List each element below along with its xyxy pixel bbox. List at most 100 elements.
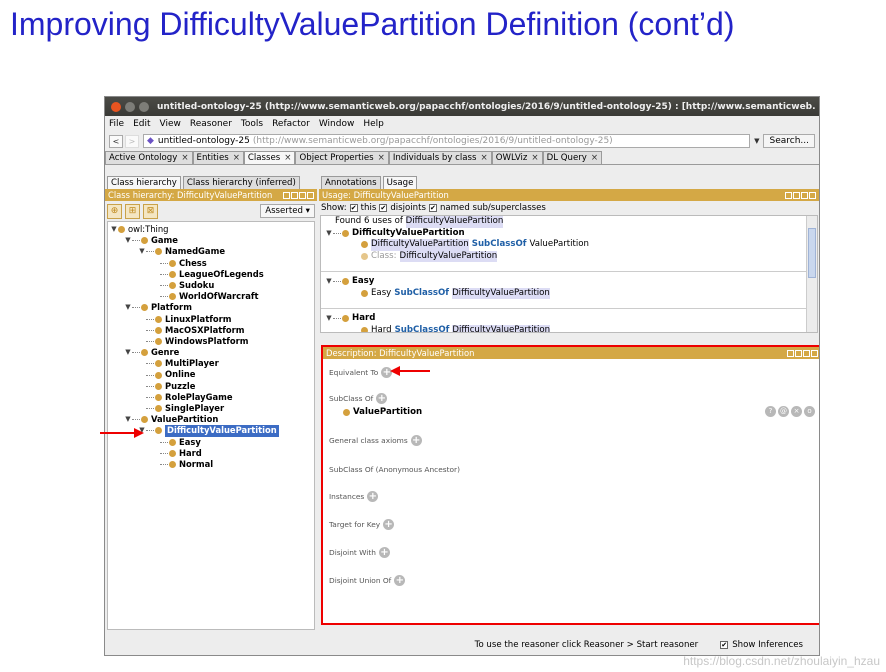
collapse-icon[interactable]: ▼ <box>124 302 132 313</box>
ontology-iri: (http://www.semanticweb.org/papacchf/ont… <box>252 136 613 146</box>
tree-node[interactable]: LinuxPlatform <box>108 314 314 325</box>
menu-window[interactable]: Window <box>319 119 355 129</box>
add-instance-button[interactable]: + <box>367 491 379 502</box>
edit-icon[interactable]: o <box>804 406 815 417</box>
menu-reasoner[interactable]: Reasoner <box>190 119 232 129</box>
search-button[interactable]: Search... <box>763 134 815 148</box>
usage-group[interactable]: ▼ Easy <box>321 276 817 288</box>
this-checkbox[interactable]: ✔ <box>349 204 358 212</box>
minimize-window-button[interactable] <box>125 101 135 112</box>
tree-node[interactable]: RolePlayGame <box>108 392 314 403</box>
tab-entities[interactable]: Entities × <box>192 151 244 164</box>
tree-node[interactable]: ▼ ValuePartition <box>108 414 314 425</box>
maximize-window-button[interactable] <box>139 101 149 112</box>
menu-file[interactable]: File <box>109 119 124 129</box>
tree-node[interactable]: Sudoku <box>108 280 314 291</box>
add-disjoint-button[interactable]: + <box>378 547 390 558</box>
add-key-button[interactable]: + <box>383 519 395 530</box>
tree-node[interactable]: MultiPlayer <box>108 358 314 369</box>
show-inferences-checkbox[interactable]: ✔ <box>720 641 729 649</box>
usage-axiom[interactable]: Easy SubClassOf DifficultyValuePartition <box>321 287 817 299</box>
add-subclass-icon[interactable]: ⊕ <box>107 203 122 219</box>
close-tab-icon[interactable]: × <box>233 153 240 163</box>
explain-icon[interactable]: ? <box>765 406 776 417</box>
tree-node[interactable]: LeagueOfLegends <box>108 269 314 280</box>
usage-axiom[interactable]: Class: DifficultyValuePartition <box>321 250 817 262</box>
tab-usage[interactable]: Usage <box>382 176 418 189</box>
tab-object-properties[interactable]: Object Properties × <box>295 151 389 164</box>
tree-node[interactable]: Normal <box>108 459 314 470</box>
named-checkbox[interactable]: ✔ <box>428 204 437 212</box>
tree-node[interactable]: SinglePlayer <box>108 403 314 414</box>
tab-class-hierarchy-inferred[interactable]: Class hierarchy (inferred) <box>182 176 300 189</box>
collapse-icon[interactable]: ▼ <box>124 235 132 246</box>
view-controls[interactable] <box>785 191 816 199</box>
usage-group[interactable]: ▼ DifficultyValuePartition <box>321 228 817 240</box>
tab-active-ontology[interactable]: Active Ontology × <box>105 151 193 164</box>
scroll-thumb[interactable] <box>808 228 816 278</box>
collapse-icon[interactable]: ▼ <box>325 276 333 288</box>
tree-node[interactable]: Chess <box>108 258 314 269</box>
menu-tools[interactable]: Tools <box>241 119 263 129</box>
tree-node[interactable]: ▼ Platform <box>108 302 314 313</box>
delete-icon[interactable]: × <box>791 406 802 417</box>
menu-help[interactable]: Help <box>363 119 384 129</box>
annotate-icon[interactable]: @ <box>778 406 789 417</box>
tree-node[interactable]: WindowsPlatform <box>108 336 314 347</box>
ontology-name: untitled-ontology-25 <box>157 136 250 146</box>
usage-axiom[interactable]: DifficultyValuePartition SubClassOf ValueP… <box>321 239 817 251</box>
collapse-icon[interactable]: ▼ <box>325 228 333 240</box>
forward-button[interactable]: > <box>125 134 139 148</box>
tree-node[interactable]: ▼ NamedGame <box>108 246 314 257</box>
superclass-item[interactable]: ValuePartition <box>343 407 422 417</box>
usage-group[interactable]: ▼ Hard <box>321 313 817 325</box>
close-window-button[interactable] <box>111 101 121 112</box>
asserted-dropdown[interactable]: Asserted ▾ <box>260 204 315 218</box>
tree-node[interactable]: ▼ Genre <box>108 347 314 358</box>
tree-node[interactable]: Online <box>108 369 314 380</box>
tab-class-hierarchy[interactable]: Class hierarchy <box>107 176 181 189</box>
collapse-icon[interactable]: ▼ <box>124 414 132 425</box>
tree-node[interactable]: Hard <box>108 448 314 459</box>
add-gca-button[interactable]: + <box>410 435 422 446</box>
tab-classes[interactable]: Classes × <box>243 151 296 164</box>
usage-scrollbar[interactable] <box>806 216 817 332</box>
tab-annotations[interactable]: Annotations <box>321 176 381 189</box>
axiom-actions: ? @ × o <box>765 406 815 417</box>
tree-node-label: LeagueOfLegends <box>179 268 264 279</box>
view-controls[interactable] <box>787 349 818 357</box>
tree-node[interactable]: WorldOfWarcraft <box>108 291 314 302</box>
add-superclass-button[interactable]: + <box>376 393 388 404</box>
collapse-icon[interactable]: ▼ <box>138 246 146 257</box>
ontology-selector[interactable]: ◆ untitled-ontology-25 (http://www.seman… <box>143 134 751 148</box>
tree-node[interactable]: ▼ Game <box>108 235 314 246</box>
collapse-icon[interactable]: ▼ <box>110 224 118 235</box>
menu-edit[interactable]: Edit <box>133 119 150 129</box>
menu-refactor[interactable]: Refactor <box>272 119 310 129</box>
annotation-arrow-icon <box>390 366 430 376</box>
close-tab-icon[interactable]: × <box>481 153 488 163</box>
back-button[interactable]: < <box>109 134 123 148</box>
menu-view[interactable]: View <box>160 119 181 129</box>
tree-node[interactable]: MacOSXPlatform <box>108 325 314 336</box>
close-tab-icon[interactable]: × <box>531 153 538 163</box>
close-tab-icon[interactable]: × <box>378 153 385 163</box>
collapse-icon[interactable]: ▼ <box>124 347 132 358</box>
tree-node[interactable]: ▼ owl:Thing <box>108 224 314 235</box>
tab-individuals-by-class[interactable]: Individuals by class × <box>388 151 492 164</box>
chevron-down-icon[interactable]: ▼ <box>754 137 759 145</box>
delete-class-icon[interactable]: ⊠ <box>143 203 158 219</box>
tree-node[interactable]: Puzzle <box>108 381 314 392</box>
disjoints-checkbox[interactable]: ✔ <box>379 204 388 212</box>
collapse-icon[interactable]: ▼ <box>325 313 333 325</box>
close-tab-icon[interactable]: × <box>181 153 188 163</box>
tree-connector <box>160 441 168 443</box>
view-controls[interactable] <box>283 191 314 199</box>
add-disjoint-union-button[interactable]: + <box>394 575 406 586</box>
tab-owlviz[interactable]: OWLViz × <box>491 151 543 164</box>
close-tab-icon[interactable]: × <box>284 153 291 163</box>
add-sibling-icon[interactable]: ⊞ <box>125 203 140 219</box>
tab-dl-query[interactable]: DL Query × <box>542 151 603 164</box>
close-tab-icon[interactable]: × <box>591 153 598 163</box>
usage-axiom[interactable]: Hard SubClassOf DifficultyValuePartition <box>321 324 817 332</box>
